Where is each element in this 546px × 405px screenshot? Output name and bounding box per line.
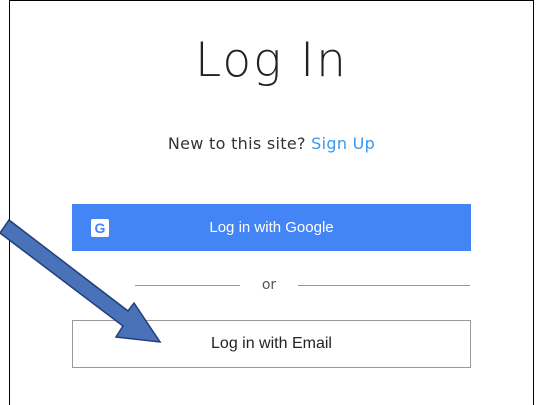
divider-text: or	[261, 277, 277, 293]
signup-link[interactable]: Sign Up	[311, 134, 375, 153]
annotation-arrow-icon	[0, 218, 162, 343]
divider-right	[298, 285, 470, 286]
